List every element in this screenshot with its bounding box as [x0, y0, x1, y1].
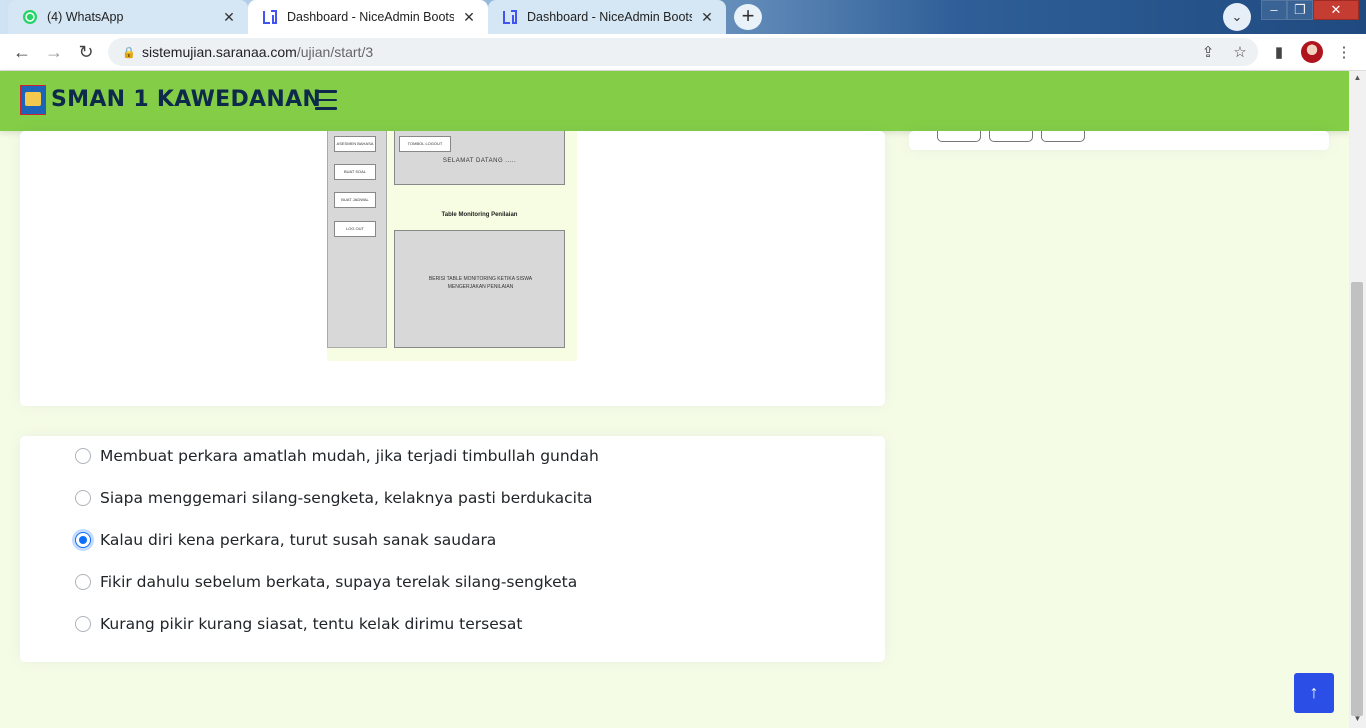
browser-tab-strip: (4) WhatsApp ✕ Dashboard - NiceAdmin Boo… [0, 0, 1366, 34]
side-panel-icon[interactable]: ▮ [1268, 42, 1290, 64]
mockup-sidebar: ASESMEN BAHASA INDONESIA BUAT SOAL BUAT … [327, 131, 387, 348]
close-tab-icon[interactable]: ✕ [220, 9, 238, 26]
mockup-button: BUAT SOAL [334, 164, 376, 180]
niceadmin-icon [263, 10, 277, 24]
question-image: ASESMEN BAHASA INDONESIA BUAT SOAL BUAT … [327, 131, 577, 361]
mockup-table-panel: BERISI TABLE MONITORING KETIKA SISWA MEN… [394, 230, 565, 348]
radio-button[interactable] [75, 448, 91, 464]
back-to-top-button[interactable]: ↑ [1294, 673, 1334, 713]
tab-search-chevron-icon[interactable]: ⌄ [1223, 3, 1251, 31]
profile-avatar[interactable] [1301, 41, 1323, 63]
arrow-up-icon: ↑ [1309, 682, 1319, 702]
back-arrow-icon[interactable]: ← [10, 40, 34, 64]
question-number-button[interactable] [937, 131, 981, 142]
scrollbar-thumb[interactable] [1351, 282, 1363, 716]
scroll-up-icon[interactable]: ▲ [1349, 73, 1366, 87]
restore-window-button[interactable]: ❐ [1287, 0, 1313, 20]
mockup-welcome-panel: TOMBOL LOGOUT SELAMAT DATANG ..... [394, 131, 565, 185]
mockup-button: LOG OUT [334, 221, 376, 237]
answers-card: Membuat perkara amatlah mudah, jika terj… [20, 436, 885, 662]
question-nav-card [909, 131, 1329, 150]
mockup-welcome-text: SELAMAT DATANG ..... [442, 158, 517, 164]
address-bar[interactable]: 🔒 sistemujian.saranaa.com /ujian/start/3 [108, 38, 1258, 66]
answer-label: Kalau diri kena perkara, turut susah san… [100, 531, 497, 549]
radio-button[interactable] [75, 574, 91, 590]
school-logo[interactable] [20, 85, 46, 115]
bookmark-star-icon[interactable]: ☆ [1229, 42, 1251, 64]
close-tab-icon[interactable]: ✕ [460, 9, 478, 26]
question-number-button[interactable] [1041, 131, 1085, 142]
radio-button[interactable] [75, 490, 91, 506]
new-tab-button[interactable]: + [734, 4, 762, 30]
browser-toolbar: ← → ↻ 🔒 sistemujian.saranaa.com /ujian/s… [0, 34, 1366, 71]
share-icon[interactable]: ⇪ [1197, 42, 1219, 64]
tab-whatsapp[interactable]: (4) WhatsApp ✕ [8, 0, 248, 34]
scroll-down-icon[interactable]: ▼ [1349, 714, 1366, 728]
answer-label: Siapa menggemari silang-sengketa, kelakn… [100, 489, 593, 507]
close-tab-icon[interactable]: ✕ [698, 9, 716, 26]
reload-icon[interactable]: ↻ [74, 40, 98, 64]
tab-dashboard-active[interactable]: Dashboard - NiceAdmin Bootstrap ✕ [248, 0, 488, 34]
tab-title: (4) WhatsApp [47, 10, 124, 24]
question-card: ASESMEN BAHASA INDONESIA BUAT SOAL BUAT … [20, 131, 885, 406]
mockup-table-text: BERISI TABLE MONITORING KETIKA SISWA MEN… [428, 276, 533, 290]
mockup-button: BUAT JADWAL [334, 192, 376, 208]
answer-option[interactable]: Siapa menggemari silang-sengketa, kelakn… [75, 486, 593, 510]
answer-label: Fikir dahulu sebelum berkata, supaya ter… [100, 573, 578, 591]
answer-label: Kurang pikir kurang siasat, tentu kelak … [100, 615, 523, 633]
tab-dashboard[interactable]: Dashboard - NiceAdmin Bootstrap ✕ [488, 0, 726, 34]
answer-option[interactable]: Fikir dahulu sebelum berkata, supaya ter… [75, 570, 577, 594]
url-path: /ujian/start/3 [296, 44, 374, 60]
tab-title: Dashboard - NiceAdmin Bootstrap [287, 10, 454, 24]
whatsapp-icon [23, 10, 37, 24]
close-window-button[interactable]: ✕ [1313, 0, 1359, 20]
tab-title: Dashboard - NiceAdmin Bootstrap [527, 10, 692, 24]
question-number-button[interactable] [989, 131, 1033, 142]
mockup-table-title: Table Monitoring Penilaian [441, 212, 518, 218]
forward-arrow-icon[interactable]: → [42, 40, 66, 64]
radio-button-selected[interactable] [75, 532, 91, 548]
niceadmin-icon [503, 10, 517, 24]
answer-label: Membuat perkara amatlah mudah, jika terj… [100, 447, 599, 465]
answer-option[interactable]: Kurang pikir kurang siasat, tentu kelak … [75, 612, 522, 636]
url-host: sistemujian.saranaa.com [142, 44, 297, 60]
site-header: SMAN 1 KAWEDANAN [0, 71, 1349, 131]
answer-option[interactable]: Kalau diri kena perkara, turut susah san… [75, 528, 496, 552]
lock-icon: 🔒 [122, 46, 136, 59]
radio-button[interactable] [75, 616, 91, 632]
mockup-button: ASESMEN BAHASA INDONESIA [334, 136, 376, 152]
site-brand[interactable]: SMAN 1 KAWEDANAN [51, 87, 321, 112]
mockup-logout-chip: TOMBOL LOGOUT [399, 136, 451, 152]
more-menu-icon[interactable]: ⋮ [1333, 42, 1355, 64]
minimize-window-button[interactable]: – [1261, 0, 1287, 20]
menu-toggle-icon[interactable] [315, 90, 337, 110]
answer-option[interactable]: Membuat perkara amatlah mudah, jika terj… [75, 444, 599, 468]
